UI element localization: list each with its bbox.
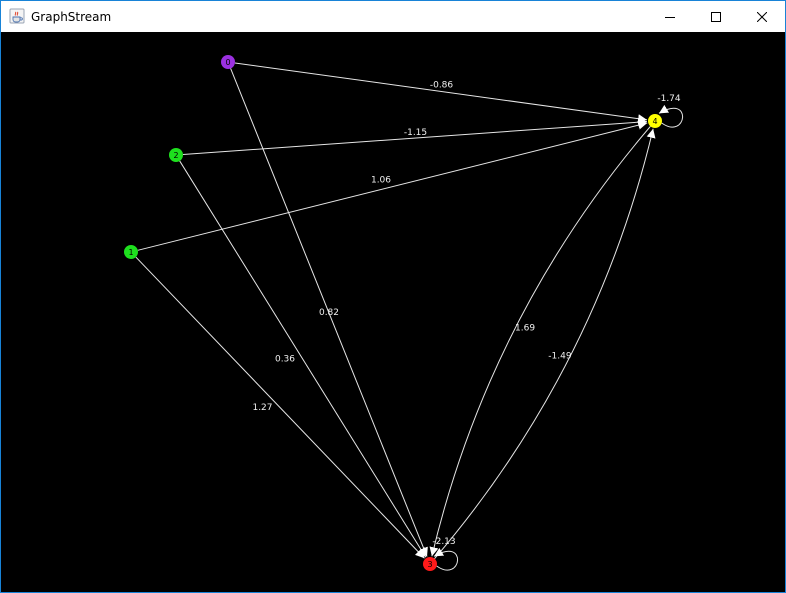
edge-label-2-4: -1.15 [404,128,427,138]
edge-label-0-3: 0.82 [319,308,339,318]
close-icon [757,11,767,22]
graph-canvas[interactable]: 0 1 2 3 4 -0.86 -1.15 1.06 0.82 0.36 1.27 -1.49 1.6… [1,32,785,592]
edge-label-4-3: 1.69 [515,323,535,333]
edge-4-3[interactable] [429,125,651,557]
edge-0-4[interactable] [234,62,648,124]
edge-2-4[interactable] [182,117,648,156]
edge-label-3-4: -1.49 [548,352,572,362]
edge-label-3-3: -2.13 [432,537,455,547]
minimize-button[interactable] [647,1,693,32]
edge-2-3[interactable] [179,160,427,558]
close-button[interactable] [739,1,785,32]
node-label-0: 0 [225,58,230,67]
window-title: GraphStream [31,10,112,24]
edge-3-3[interactable] [433,547,459,571]
graphstream-window: GraphStream 0 1 2 3 4 -0.86 -1.15 1.06 0.82 … [0,0,786,593]
edge-label-1-4: 1.06 [371,176,391,186]
minimize-icon [665,16,675,18]
graph-drawing: 0 1 2 3 4 -0.86 -1.15 1.06 0.82 0.36 1.27 -1.49 1.6… [124,55,684,571]
edge-label-2-3: 0.36 [275,355,295,365]
java-cup-icon [9,8,25,24]
edge-label-0-4: -0.86 [430,81,454,91]
edge-4-4[interactable] [658,104,684,128]
edge-1-3[interactable] [135,256,425,559]
node-label-2: 2 [173,151,178,160]
edge-1-4[interactable] [137,120,648,251]
edge-label-1-3: 1.27 [252,403,272,413]
edge-label-4-4: -1.74 [657,94,681,104]
title-bar[interactable]: GraphStream [1,1,785,32]
node-label-1: 1 [128,248,133,257]
maximize-icon [711,11,721,22]
node-label-3: 3 [427,560,432,569]
node-label-4: 4 [652,117,657,126]
maximize-button[interactable] [693,1,739,32]
edge-3-4[interactable] [434,128,656,560]
